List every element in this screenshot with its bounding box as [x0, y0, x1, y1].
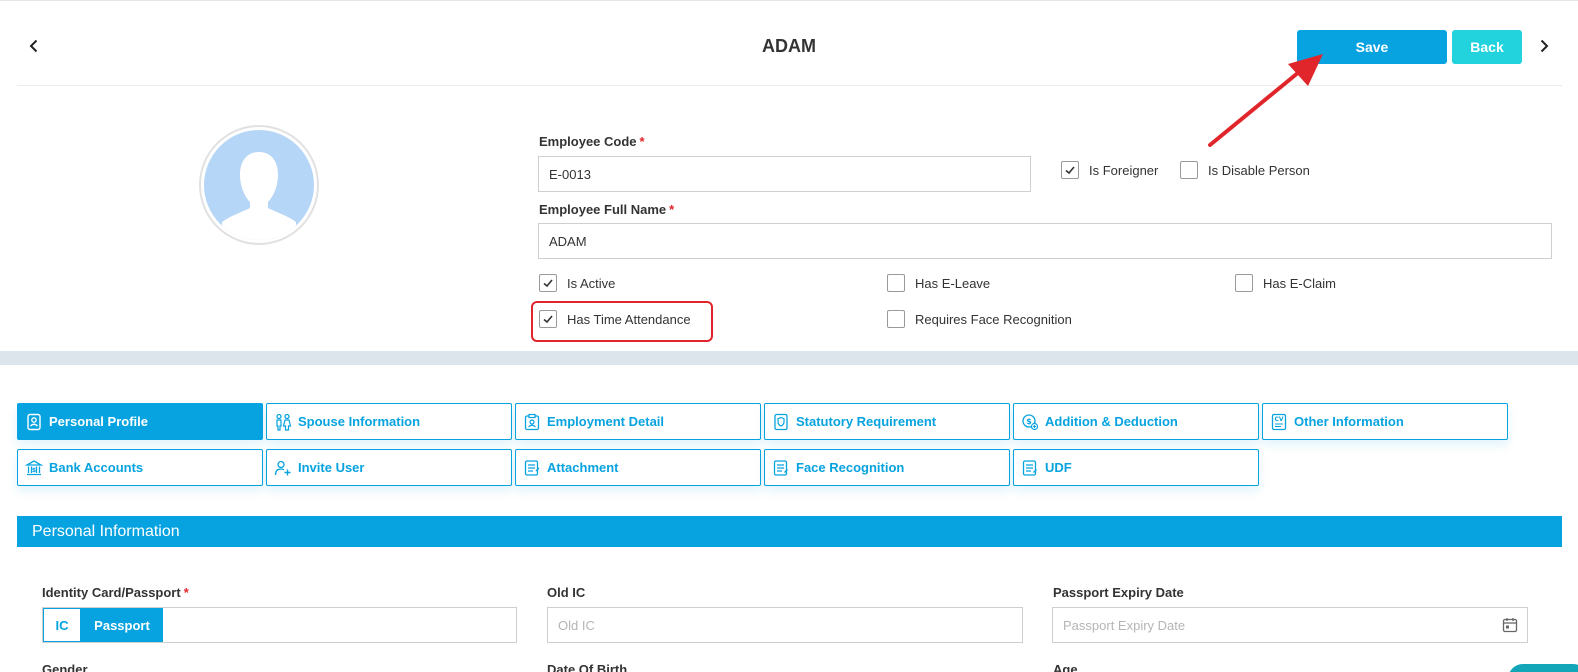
identity-type-toggle: IC Passport — [42, 607, 517, 643]
is-disable-person-checkbox[interactable]: Is Disable Person — [1180, 161, 1310, 179]
tab-addition-deduction[interactable]: $ Addition & Deduction — [1013, 403, 1259, 440]
tab-face-recognition[interactable]: Face Recognition — [764, 449, 1010, 486]
addition-deduction-icon: $ — [1020, 412, 1040, 432]
tab-spouse-information[interactable]: Spouse Information — [266, 403, 512, 440]
attachment-icon — [522, 458, 542, 478]
udf-icon — [1020, 458, 1040, 478]
passport-expiry-date-input[interactable]: Passport Expiry Date — [1052, 607, 1528, 643]
svg-text:CV: CV — [1274, 416, 1283, 423]
calendar-icon[interactable] — [1502, 617, 1518, 633]
has-time-attendance-checkbox[interactable]: Has Time Attendance — [539, 310, 691, 328]
gender-label: Gender — [42, 662, 88, 672]
is-foreigner-label: Is Foreigner — [1089, 162, 1159, 178]
age-label: Age — [1053, 662, 1078, 672]
has-time-attendance-label: Has Time Attendance — [567, 311, 691, 327]
tab-label: Bank Accounts — [49, 460, 144, 475]
invite-user-icon — [273, 458, 293, 478]
checkbox-checked-icon — [539, 274, 557, 292]
statutory-icon — [771, 412, 791, 432]
tab-label: Face Recognition — [796, 460, 905, 475]
tab-invite-user[interactable]: Invite User — [266, 449, 512, 486]
has-e-claim-checkbox[interactable]: Has E-Claim — [1235, 274, 1336, 292]
identity-card-passport-label: Identity Card/Passport * — [42, 585, 189, 600]
has-e-leave-label: Has E-Leave — [915, 275, 991, 291]
section-divider-band — [0, 351, 1578, 365]
checkbox-unchecked-icon — [1180, 161, 1198, 179]
checkbox-checked-icon — [539, 310, 557, 328]
has-e-claim-label: Has E-Claim — [1263, 275, 1336, 291]
employee-full-name-label: Employee Full Name * — [539, 202, 675, 217]
tab-attachment[interactable]: Attachment — [515, 449, 761, 486]
is-active-checkbox[interactable]: Is Active — [539, 274, 615, 292]
svg-text:$: $ — [32, 467, 36, 474]
passport-option-button[interactable]: Passport — [81, 608, 163, 642]
requires-face-recognition-label: Requires Face Recognition — [915, 311, 1072, 327]
personal-information-header: Personal Information — [17, 516, 1562, 547]
tab-label: Other Information — [1294, 414, 1404, 429]
avatar[interactable] — [199, 125, 319, 245]
back-button[interactable]: Back — [1452, 30, 1522, 64]
top-border — [0, 0, 1578, 1]
profile-icon — [24, 412, 44, 432]
has-e-leave-checkbox[interactable]: Has E-Leave — [887, 274, 990, 292]
tab-label: Personal Profile — [49, 414, 148, 429]
checkbox-unchecked-icon — [887, 274, 905, 292]
cv-icon: CV — [1269, 412, 1289, 432]
requires-face-recognition-checkbox[interactable]: Requires Face Recognition — [887, 310, 1072, 328]
tab-label: Attachment — [547, 460, 619, 475]
chat-bubble-button[interactable] — [1508, 664, 1578, 672]
bank-icon: $ — [24, 458, 44, 478]
is-disable-person-label: Is Disable Person — [1208, 162, 1310, 178]
passport-expiry-date-label: Passport Expiry Date — [1053, 585, 1184, 600]
face-recognition-icon — [771, 458, 791, 478]
employee-full-name-input[interactable]: ADAM — [538, 223, 1552, 259]
old-ic-input[interactable]: Old IC — [547, 607, 1023, 643]
previous-arrow-icon[interactable] — [22, 34, 46, 58]
tab-label: Addition & Deduction — [1045, 414, 1178, 429]
is-active-label: Is Active — [567, 275, 616, 291]
tab-label: Invite User — [298, 460, 365, 475]
spouse-icon — [273, 412, 293, 432]
old-ic-label: Old IC — [547, 585, 586, 600]
tab-other-information[interactable]: CV Other Information — [1262, 403, 1508, 440]
date-of-birth-label: Date Of Birth — [547, 662, 628, 672]
employment-icon — [522, 412, 542, 432]
checkbox-unchecked-icon — [887, 310, 905, 328]
checkbox-checked-icon — [1061, 161, 1079, 179]
tab-personal-profile[interactable]: Personal Profile — [17, 403, 263, 440]
next-arrow-icon[interactable] — [1532, 34, 1556, 58]
employee-code-label: Employee Code * — [539, 134, 645, 149]
tab-label: Spouse Information — [298, 414, 421, 429]
tab-employment-detail[interactable]: Employment Detail — [515, 403, 761, 440]
is-foreigner-checkbox[interactable]: Is Foreigner — [1061, 161, 1158, 179]
avatar-placeholder-icon — [204, 130, 314, 240]
tab-udf[interactable]: UDF — [1013, 449, 1259, 486]
svg-text:$: $ — [1026, 417, 1032, 426]
identity-number-input[interactable] — [163, 608, 516, 642]
checkbox-unchecked-icon — [1235, 274, 1253, 292]
tab-label: Employment Detail — [547, 414, 665, 429]
tab-statutory-requirement[interactable]: Statutory Requirement — [764, 403, 1010, 440]
tab-label: UDF — [1045, 460, 1072, 475]
employee-code-input[interactable]: E-0013 — [538, 156, 1031, 192]
annotation-arrow — [1208, 54, 1323, 147]
tab-label: Statutory Requirement — [796, 414, 937, 429]
tab-bank-accounts[interactable]: $ Bank Accounts — [17, 449, 263, 486]
ic-option-button[interactable]: IC — [43, 608, 81, 642]
